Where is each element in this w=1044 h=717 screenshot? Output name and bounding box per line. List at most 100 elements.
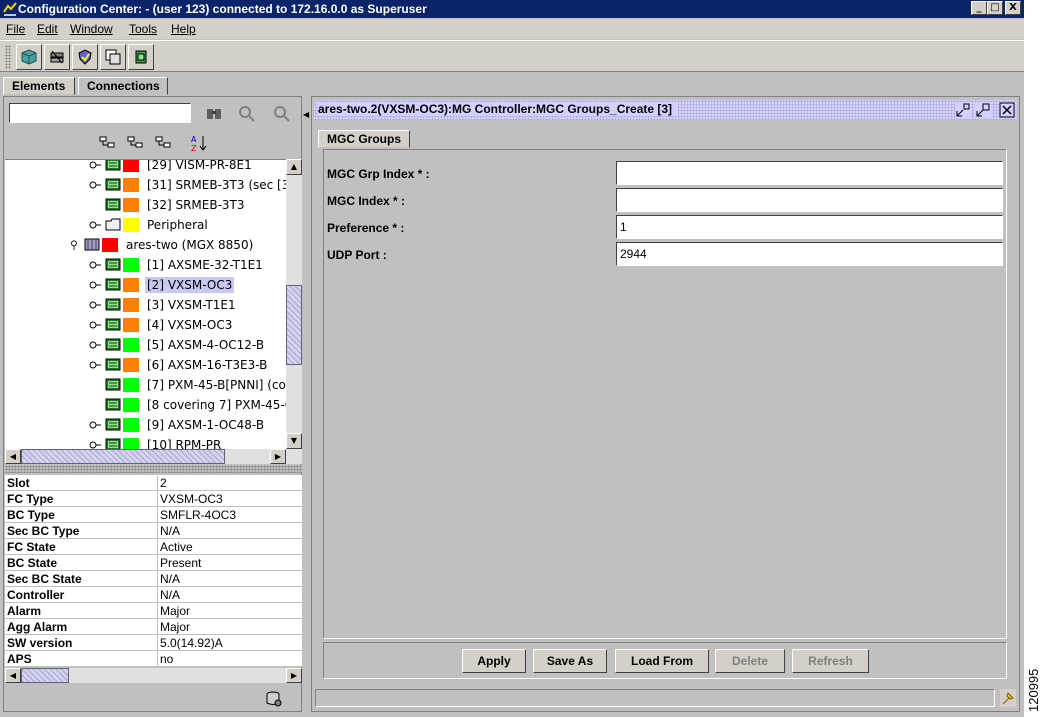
tree-node-expander-icon[interactable] [89, 180, 101, 190]
mgc-grp-index-field[interactable] [616, 161, 1003, 185]
field-label: UDP Port : [327, 248, 387, 262]
tab-elements[interactable]: Elements [3, 77, 75, 95]
menu-file[interactable]: File [6, 22, 25, 36]
card-icon [105, 298, 121, 311]
scroll-thumb[interactable] [286, 285, 302, 365]
status-indicator [123, 178, 139, 192]
tab-mgc-groups[interactable]: MGC Groups [318, 130, 410, 148]
tree-horizontal-scrollbar[interactable]: ◀ ▶ [5, 449, 302, 464]
shield-icon[interactable] [72, 44, 98, 70]
cube-icon[interactable] [16, 44, 42, 70]
search-input[interactable] [9, 103, 191, 123]
menu-tools[interactable]: Tools [129, 22, 157, 36]
tree-node-expander-icon[interactable] [68, 240, 80, 250]
card-icon [105, 160, 121, 171]
tree-node-label: [32] SRMEB-3T3 [147, 198, 245, 212]
scroll-up-button[interactable]: ▲ [286, 159, 302, 175]
tree-node-label: [8 covering 7] PXM-45-C [147, 398, 286, 412]
scroll-left-button[interactable]: ◀ [5, 668, 21, 683]
preference-field[interactable] [616, 215, 1003, 239]
tree-node-expander-icon[interactable] [89, 300, 101, 310]
property-key: Agg Alarm [7, 620, 68, 634]
tree-node-expander-icon[interactable] [89, 420, 101, 430]
mgc-index-field[interactable] [616, 188, 1003, 212]
udp-port-field[interactable] [616, 242, 1003, 266]
property-value: Present [157, 556, 201, 572]
find-next-icon[interactable] [272, 103, 292, 123]
tree-view-icon[interactable] [154, 133, 174, 153]
tree-node-expander-icon[interactable] [89, 320, 101, 330]
tree-node-expander-icon[interactable] [89, 260, 101, 270]
menu-edit[interactable]: Edit [37, 22, 58, 36]
collapse-tree-icon[interactable] [126, 133, 146, 153]
scroll-right-button[interactable]: ▶ [270, 449, 286, 464]
property-row: SW version 5.0(14.92)A [5, 635, 302, 652]
network-icon[interactable] [44, 44, 70, 70]
scroll-right-button[interactable]: ▶ [286, 668, 302, 683]
property-value: N/A [157, 572, 180, 588]
apply-button[interactable]: Apply [462, 649, 526, 673]
scroll-thumb[interactable] [21, 449, 225, 464]
close-button[interactable]: X [1005, 1, 1021, 15]
save-as-button[interactable]: Save As [533, 649, 607, 673]
tree-node-expander-icon[interactable] [89, 440, 101, 449]
card-icon [105, 318, 121, 331]
tree-node-label: ares-two (MGX 8850) [126, 238, 254, 252]
scroll-left-button[interactable]: ◀ [5, 449, 21, 464]
find-previous-icon[interactable] [237, 103, 257, 123]
property-key: APS [7, 652, 32, 666]
export-icon[interactable] [128, 44, 154, 70]
scroll-thumb[interactable] [21, 668, 69, 683]
property-key: BC Type [7, 508, 55, 522]
minimize-button[interactable]: _ [971, 1, 987, 15]
panel-splitter[interactable] [5, 465, 302, 473]
status-indicator [123, 160, 139, 172]
tree-node-expander-icon[interactable] [89, 220, 101, 230]
maximize-button[interactable]: □ [987, 1, 1003, 15]
window-title: Configuration Center: - (user 123) conne… [18, 2, 427, 16]
tree-node-expander-icon[interactable] [89, 280, 101, 290]
property-key: Sec BC Type [7, 524, 80, 538]
property-value: Major [157, 604, 190, 620]
tree-node-expander-icon[interactable] [89, 160, 101, 170]
property-key: SW version [7, 636, 73, 650]
refresh-button[interactable]: Refresh [792, 649, 869, 673]
load-from-button[interactable]: Load From [615, 649, 709, 673]
restore-frame-icon[interactable] [975, 102, 991, 118]
tree-node-label: [2] VXSM-OC3 [145, 277, 235, 293]
menu-window[interactable]: Window [70, 22, 113, 36]
internal-frame-title-bar[interactable]: ares-two.2(VXSM-OC3):MG Controller:MGC G… [314, 100, 1017, 120]
vertical-splitter[interactable]: ◀ [302, 96, 310, 712]
scroll-down-button[interactable]: ▼ [286, 433, 302, 449]
property-value: VXSM-OC3 [157, 492, 223, 508]
close-frame-icon[interactable] [999, 102, 1015, 118]
elements-panel: AZ [29] VISM-PR-8E1 [31] SRMEB-3T3 (sec [… [3, 96, 302, 712]
property-value: N/A [157, 524, 180, 540]
expand-tree-icon[interactable] [98, 133, 118, 153]
properties-horizontal-scrollbar[interactable]: ◀ ▶ [5, 668, 302, 683]
copy-icon[interactable] [100, 44, 126, 70]
delete-button[interactable]: Delete [715, 649, 785, 673]
menu-help[interactable]: Help [171, 22, 196, 36]
property-value: Active [157, 540, 193, 556]
sort-az-icon[interactable]: AZ [190, 133, 210, 153]
tree-node-label: [4] VXSM-OC3 [147, 318, 233, 332]
tab-connections[interactable]: Connections [78, 77, 168, 95]
status-indicator [102, 238, 118, 252]
form-area: MGC Grp Index * : MGC Index * : Preferen… [323, 149, 1007, 639]
pin-icon[interactable] [1000, 689, 1016, 707]
minimize-frame-icon[interactable] [955, 102, 971, 118]
toolbar-grip[interactable] [5, 45, 11, 69]
tree-vertical-scrollbar[interactable]: ▲ ▼ [286, 159, 302, 449]
property-row: Sec BC State N/A [5, 571, 302, 588]
binoculars-icon[interactable] [204, 103, 224, 123]
status-indicator [123, 418, 139, 432]
property-row: Slot 2 [5, 475, 302, 492]
property-row: BC State Present [5, 555, 302, 572]
card-icon [105, 258, 121, 271]
tree-node-expander-icon[interactable] [89, 340, 101, 350]
title-bar: Configuration Center: - (user 123) conne… [0, 0, 1024, 18]
collapse-left-arrow[interactable]: ◀ [303, 110, 309, 119]
tree-node-expander-icon[interactable] [89, 360, 101, 370]
element-tree[interactable]: [29] VISM-PR-8E1 [31] SRMEB-3T3 (sec [32 [… [5, 159, 286, 449]
